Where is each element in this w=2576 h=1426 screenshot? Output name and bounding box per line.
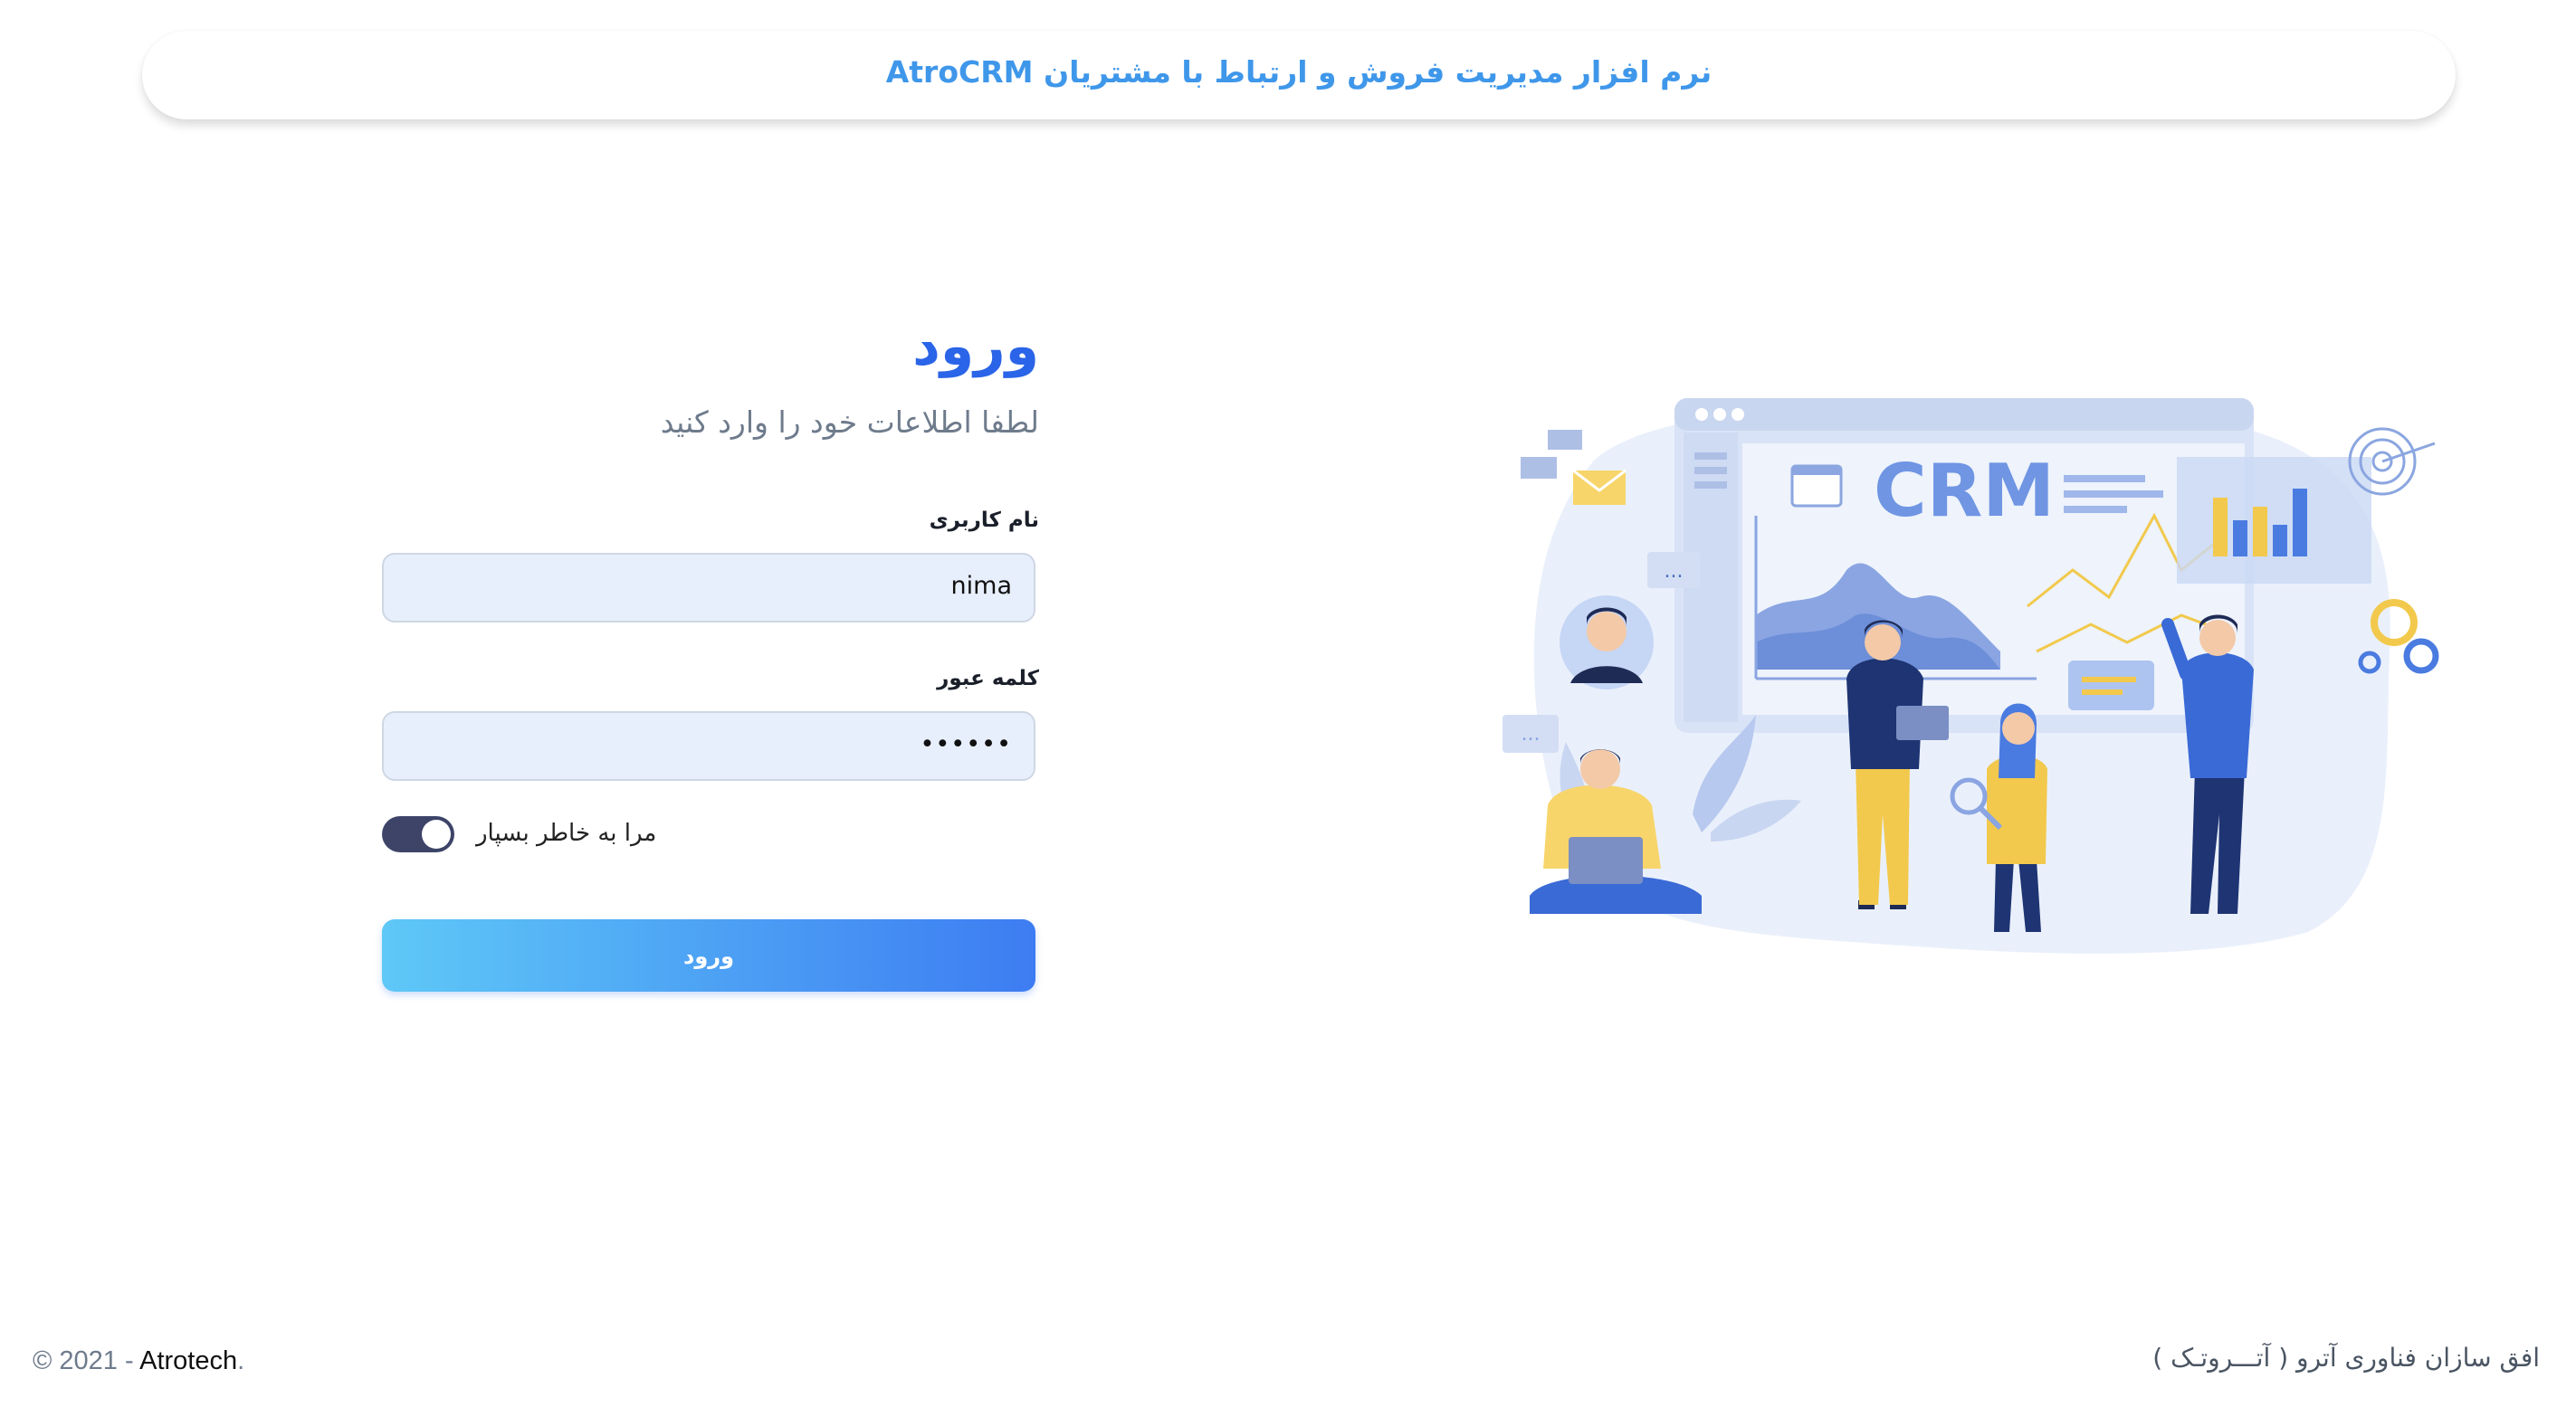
brand-suffix: .: [237, 1346, 245, 1375]
username-label: نام کاربری: [929, 509, 1039, 532]
login-subtitle: لطفا اطلاعات خود را وارد کنید: [660, 404, 1039, 440]
login-title: ورود: [912, 315, 1039, 378]
copyright: © 2021 - Atrotech.: [33, 1346, 244, 1376]
remember-me-toggle[interactable]: [382, 816, 454, 852]
copyright-prefix: © 2021 -: [33, 1346, 140, 1375]
password-label: کلمه عبور: [937, 667, 1039, 690]
password-input[interactable]: ••••••: [382, 711, 1035, 781]
toggle-knob: [422, 820, 451, 849]
app-title: نرم افزار مدیریت فروش و ارتباط با مشتریا…: [885, 54, 1713, 90]
login-button[interactable]: ورود: [382, 919, 1035, 992]
brand-link[interactable]: Atrotech: [139, 1346, 237, 1375]
password-value: ••••••: [920, 730, 1012, 758]
crm-illustration: CRM ... ...: [1503, 398, 2439, 954]
svg-text:...: ...: [1665, 560, 1684, 583]
company-name: افق سازان فناوری آترو ( آتـــروتـک ): [2152, 1343, 2540, 1373]
username-value: nima: [950, 572, 1012, 600]
username-input[interactable]: nima: [382, 553, 1035, 623]
svg-text:...: ...: [1522, 723, 1541, 746]
remember-me-label[interactable]: مرا به خاطر بسپار: [476, 820, 748, 847]
crm-text: CRM: [1874, 449, 2055, 533]
header-bar: نرم افزار مدیریت فروش و ارتباط با مشتریا…: [142, 31, 2456, 119]
